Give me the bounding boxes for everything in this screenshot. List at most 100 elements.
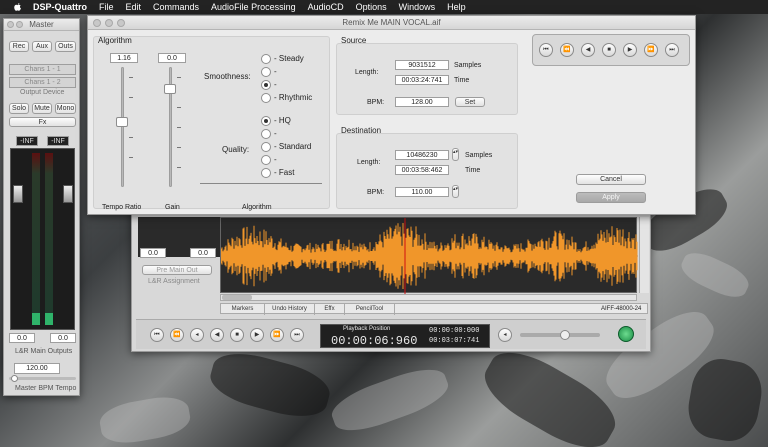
menu-file[interactable]: File: [99, 2, 114, 12]
tempo-ratio-thumb[interactable]: [116, 117, 128, 127]
tempo-slider-thumb[interactable]: [11, 375, 18, 382]
apply-button[interactable]: Apply: [576, 192, 646, 203]
cancel-button[interactable]: Cancel: [576, 174, 646, 185]
smoothness-option: -: [274, 67, 277, 76]
stop-icon[interactable]: ■: [602, 43, 616, 57]
stop-icon[interactable]: ■: [230, 328, 244, 342]
waveform-path: [220, 223, 638, 289]
step-back-icon[interactable]: ◂: [190, 328, 204, 342]
smoothness-radio-rhythmic[interactable]: [261, 93, 271, 103]
editor-outputs-label: L&R Assignment: [148, 278, 200, 285]
skip-end-icon[interactable]: ⏭: [665, 43, 679, 57]
fx-button[interactable]: Fx: [9, 117, 76, 127]
channel-field[interactable]: Chans 1 - 1: [9, 64, 76, 75]
dest-time-field[interactable]: 00:03:58:462: [395, 165, 449, 175]
remix-transport: ⏮ ⏪ ◀ ■ ▶ ⏩ ⏭: [532, 34, 690, 66]
tab-markers[interactable]: Markers: [221, 304, 265, 315]
menu-audiofile-processing[interactable]: AudioFile Processing: [211, 2, 296, 12]
desktop-art: [326, 360, 454, 440]
tempo-slider[interactable]: [9, 377, 76, 380]
quality-radio[interactable]: [261, 129, 271, 139]
menu-app-name[interactable]: DSP-Quattro: [33, 2, 87, 12]
fast-forward-icon[interactable]: ⏩: [644, 43, 658, 57]
outs-button[interactable]: Outs: [55, 41, 76, 52]
volume-slider-thumb[interactable]: [560, 330, 570, 340]
gain-label: Gain: [165, 204, 180, 211]
source-length-label: Length:: [355, 69, 379, 76]
record-go-icon[interactable]: [618, 326, 634, 342]
rewind-start-icon[interactable]: ⏮: [150, 328, 164, 342]
mute-button[interactable]: Mute: [32, 103, 52, 114]
quality-radio-hq[interactable]: [261, 116, 271, 126]
quality-radio-fast[interactable]: [261, 168, 271, 178]
gain-thumb[interactable]: [164, 84, 176, 94]
dest-samples-field[interactable]: 10486230: [395, 150, 449, 160]
tempo-ratio-label: Tempo Ratio: [102, 204, 142, 211]
bpm-stepper[interactable]: ▴▾: [452, 185, 459, 198]
menu-help[interactable]: Help: [447, 2, 466, 12]
scroll-thumb[interactable]: [222, 295, 252, 300]
menu-windows[interactable]: Windows: [399, 2, 436, 12]
set-button[interactable]: Set: [455, 97, 485, 107]
waveform: [220, 218, 638, 294]
channel-field[interactable]: Chans 1 - 2: [9, 77, 76, 88]
peak-right: -INF: [47, 136, 69, 146]
source-samples-unit: Samples: [454, 62, 482, 69]
mono-button[interactable]: Mono: [55, 103, 76, 114]
algorithm-group: Algorithm 1.16 Tempo Ratio 0.0 Gain Smoo…: [93, 36, 330, 211]
aux-button[interactable]: Aux: [32, 41, 52, 52]
tab-undo-history[interactable]: Undo History: [265, 304, 315, 315]
tempo-field[interactable]: 120.00: [14, 363, 60, 374]
apple-icon[interactable]: [13, 2, 23, 12]
step-back-icon[interactable]: ◀: [581, 43, 595, 57]
menu-edit[interactable]: Edit: [126, 2, 142, 12]
algorithm-group-label: Algorithm: [98, 36, 132, 45]
source-bpm-field[interactable]: 128.00: [395, 97, 449, 107]
loop-icon[interactable]: ◂: [498, 328, 512, 342]
gain-field[interactable]: 0.0: [158, 53, 186, 63]
tab-effx[interactable]: Effx: [315, 304, 345, 315]
source-time-field[interactable]: 00:03:24:741: [395, 75, 449, 85]
smoothness-radio-steady[interactable]: [261, 54, 271, 64]
smoothness-radio-selected[interactable]: [261, 80, 271, 90]
menu-audiocd[interactable]: AudioCD: [308, 2, 344, 12]
smoothness-option: -: [274, 80, 277, 89]
quality-radio-standard[interactable]: [261, 142, 271, 152]
samples-stepper[interactable]: ▴▾: [452, 148, 459, 161]
fader-left-handle[interactable]: [13, 185, 23, 203]
quality-option: -: [274, 155, 277, 164]
smoothness-radio[interactable]: [261, 67, 271, 77]
tab-penciltool[interactable]: PencilTool: [345, 304, 395, 315]
tempo-ratio-slider[interactable]: [121, 67, 124, 187]
menu-options[interactable]: Options: [356, 2, 387, 12]
menu-commands[interactable]: Commands: [153, 2, 199, 12]
remix-titlebar: Remix Me MAIN VOCAL.aif: [88, 16, 695, 30]
step-back-icon[interactable]: ◀: [210, 328, 224, 342]
source-samples-field[interactable]: 9031512: [395, 60, 449, 70]
solo-button[interactable]: Solo: [9, 103, 29, 114]
master-window: Master Rec Aux Outs Chans 1 - 1 Chans 1 …: [3, 18, 80, 396]
skip-end-icon[interactable]: ⏭: [290, 328, 304, 342]
fader-right-handle[interactable]: [63, 185, 73, 203]
play-icon[interactable]: ▶: [623, 43, 637, 57]
rec-button[interactable]: Rec: [9, 41, 29, 52]
source-bpm-label: BPM:: [367, 99, 385, 106]
tempo-ratio-field[interactable]: 1.16: [110, 53, 138, 63]
desktop-art: [97, 392, 193, 447]
play-icon[interactable]: ▶: [250, 328, 264, 342]
meter-value-right: 0.0: [50, 333, 76, 343]
rewind-icon[interactable]: ⏪: [170, 328, 184, 342]
horizontal-scrollbar[interactable]: [220, 294, 637, 301]
editor-tab-bar: Markers Undo History Effx PencilTool AIF…: [220, 303, 648, 315]
quality-radio[interactable]: [261, 155, 271, 165]
fast-forward-icon[interactable]: ⏩: [270, 328, 284, 342]
rewind-start-icon[interactable]: ⏮: [539, 43, 553, 57]
fx-assign-dropdown[interactable]: Pre Main Out: [142, 265, 212, 275]
quality-label: Quality:: [222, 145, 250, 154]
dest-bpm-field[interactable]: 110.00: [395, 187, 449, 197]
dest-samples-unit: Samples: [465, 152, 493, 159]
source-time-unit: Time: [454, 77, 470, 84]
waveform-panel[interactable]: [220, 217, 638, 294]
vertical-scrollbar[interactable]: [639, 217, 649, 293]
rewind-icon[interactable]: ⏪: [560, 43, 574, 57]
